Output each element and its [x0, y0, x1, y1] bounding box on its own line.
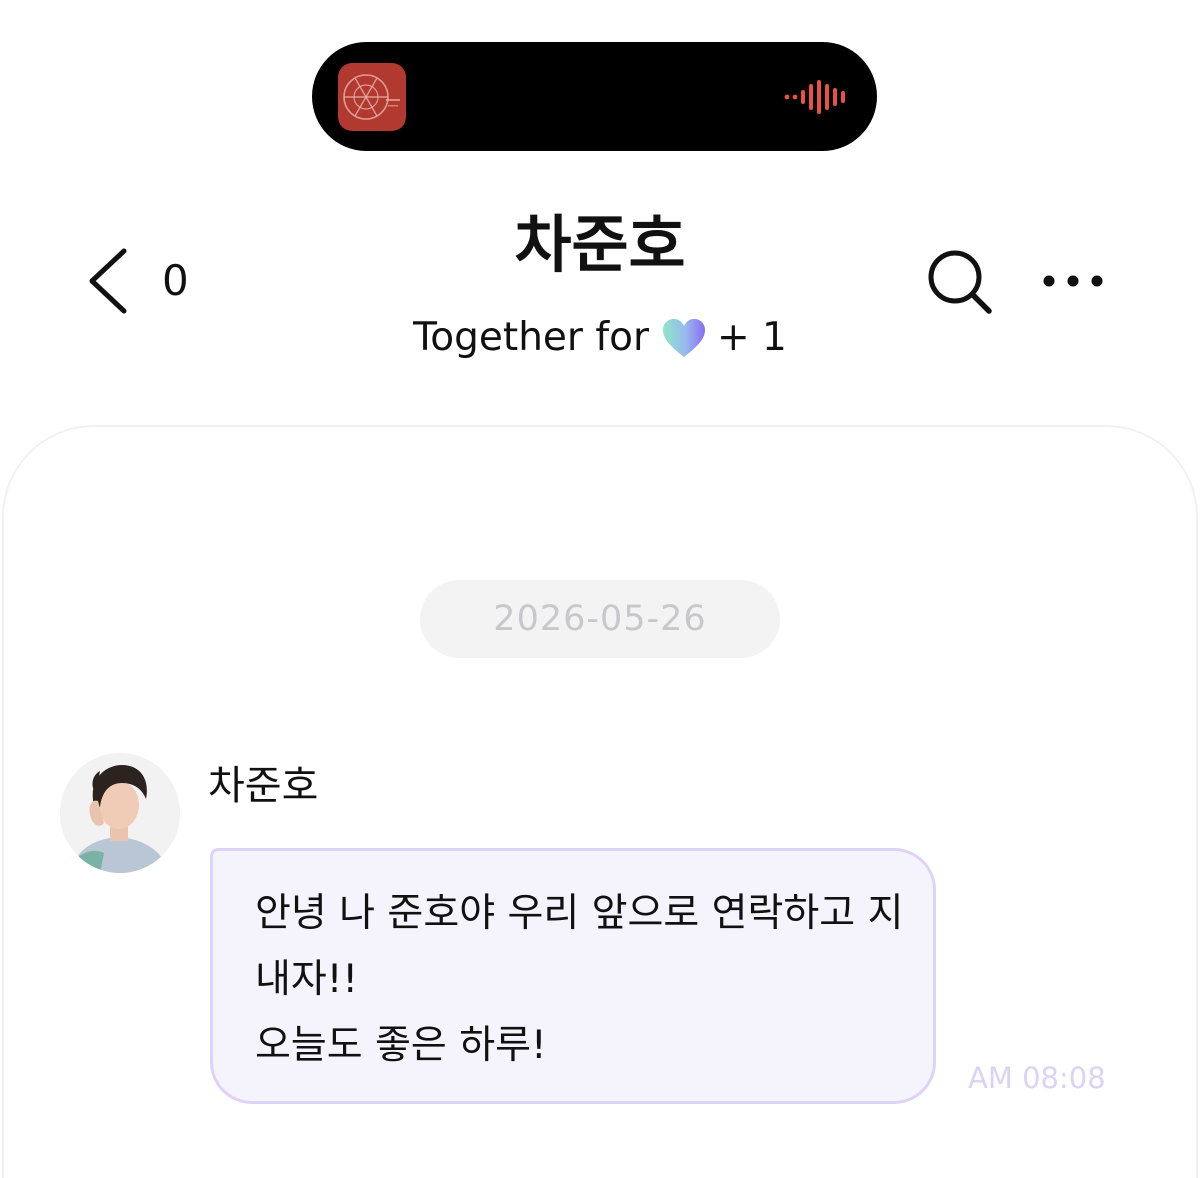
message-timestamp: AM 08:08	[968, 1061, 1106, 1095]
dynamic-island[interactable]	[312, 42, 877, 151]
date-divider: 2026-05-26	[420, 580, 780, 658]
message-line: 내자!!	[255, 957, 359, 1002]
subtitle-suffix: + 1	[716, 315, 787, 360]
more-horizontal-icon[interactable]	[1040, 266, 1106, 296]
avatar[interactable]	[60, 753, 180, 873]
album-art	[338, 63, 406, 131]
together-for-subtitle[interactable]: Together for + 1	[0, 312, 1200, 364]
message-bubble[interactable]: 안녕 나 준호야 우리 앞으로 연락하고 지 내자!! 오늘도 좋은 하루!	[210, 848, 936, 1104]
heart-icon	[662, 319, 705, 357]
sender-name: 차준호	[208, 763, 319, 809]
search-icon[interactable]	[925, 247, 995, 317]
subtitle-prefix: Together for	[413, 315, 649, 360]
audio-wave-icon	[784, 80, 845, 114]
chat-screen: 0 차준호 Together for + 1 2026-05-26 차준호 안녕…	[0, 0, 1200, 1178]
chat-title: 차준호	[514, 208, 686, 281]
message-line: 안녕 나 준호야 우리 앞으로 연락하고 지	[255, 891, 904, 936]
message-line: 오늘도 좋은 하루!	[255, 1023, 547, 1068]
